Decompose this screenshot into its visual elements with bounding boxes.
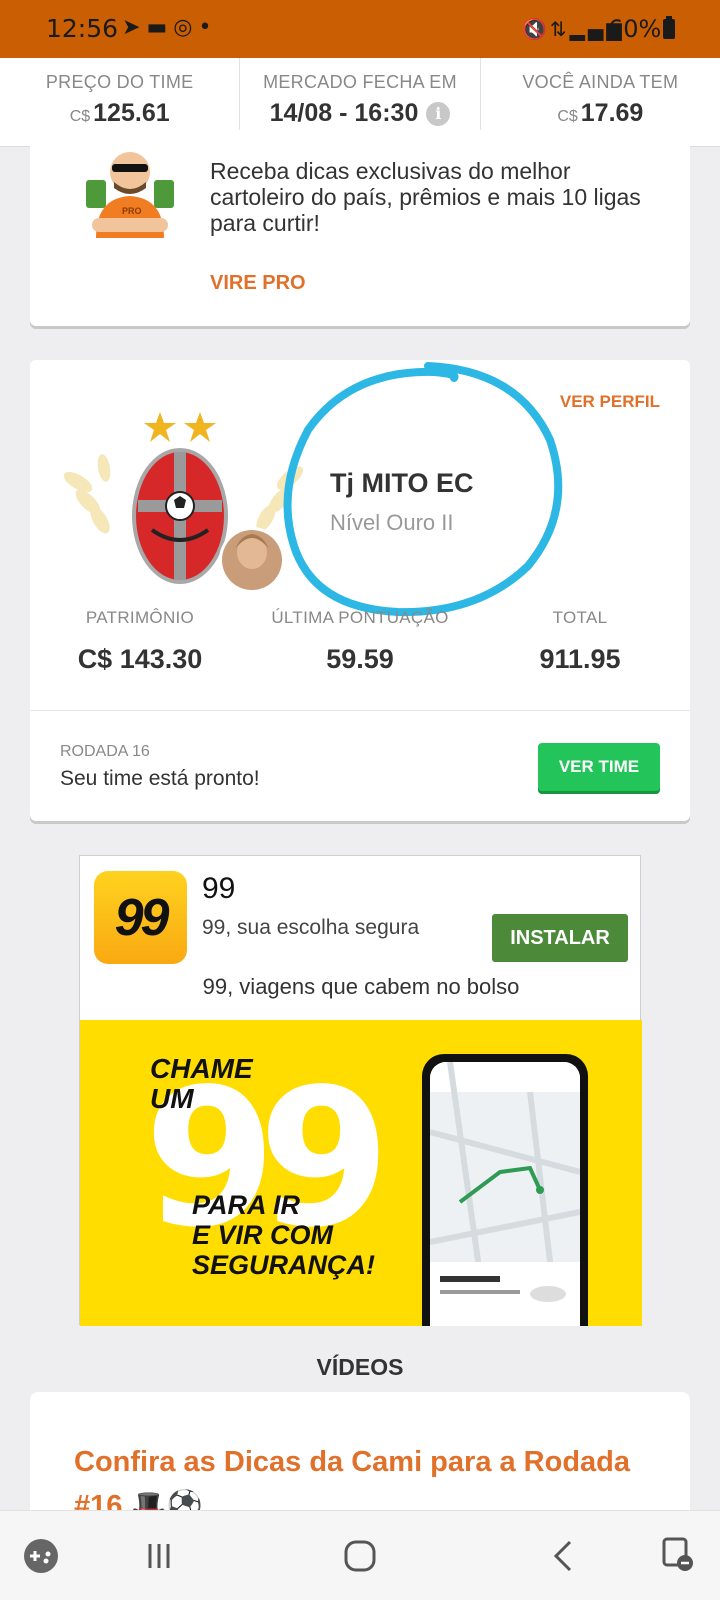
ad-line: E VIR COM — [192, 1220, 334, 1250]
status-time: 12:56 — [46, 14, 119, 43]
stat-label: TOTAL — [552, 608, 608, 627]
ad-description: 99, viagens que cabem no bolso — [202, 974, 520, 999]
round-status-row: RODADA 16 Seu time está pronto! VER TIME — [30, 710, 690, 821]
status-bar: 12:56 ➤▬◎• 🔇⇅▂▄▆ 60% — [0, 0, 720, 58]
system-nav-bar — [0, 1510, 720, 1600]
stat-ultima-pontuacao: ÚLTIMA PONTUAÇÃO 59.59 — [250, 608, 470, 675]
ad-headline-top: CHAME UM — [150, 1054, 253, 1114]
mute-icon: 🔇 — [522, 17, 550, 41]
team-shield-icon — [132, 448, 228, 584]
ad-line: UM — [150, 1083, 194, 1114]
ad-app-logo[interactable]: 99 — [94, 871, 187, 964]
balance-value-row: C$ 17.69 — [481, 99, 720, 128]
info-icon[interactable]: i — [426, 102, 451, 126]
stat-label: PATRIMÔNIO — [85, 608, 195, 627]
ad-line: CHAME — [150, 1053, 253, 1084]
team-stats: PATRIMÔNIO C$ 143.30 ÚLTIMA PONTUAÇÃO 59… — [30, 608, 690, 675]
star-icon — [144, 412, 176, 442]
game-launcher-button[interactable] — [18, 1533, 64, 1579]
notification-icons: ➤▬◎• — [122, 15, 217, 40]
battery-indicator: 60% — [608, 15, 676, 43]
car-icon: ▬ — [146, 15, 174, 40]
phone-map-screen — [430, 1062, 580, 1326]
market-close-value: 14/08 - 16:30 — [269, 99, 419, 127]
back-chevron-icon — [553, 1540, 572, 1572]
team-level: Nível Ouro II — [330, 510, 454, 535]
team-name: Tj MITO EC — [330, 468, 474, 498]
stat-patrimonio: PATRIMÔNIO C$ 143.30 — [30, 608, 250, 675]
ver-time-button[interactable]: VER TIME — [538, 743, 660, 791]
instagram-icon: ◎ — [173, 15, 199, 40]
team-price-label: PREÇO DO TIME — [45, 72, 194, 92]
team-price-value: 125.61 — [93, 99, 170, 127]
laurel-left-icon — [63, 454, 111, 534]
telegram-icon: ➤ — [122, 15, 147, 40]
ad-line: PARA IR — [192, 1190, 300, 1220]
game-controller-icon — [24, 1539, 58, 1573]
phone-mockup-image — [422, 1054, 588, 1326]
ad-subtitle: 99, sua escolha segura — [202, 916, 420, 939]
round-status-text: Seu time está pronto! — [60, 767, 260, 790]
currency-label: C$ — [69, 108, 91, 125]
home-button[interactable] — [336, 1533, 384, 1579]
pro-description: Receba dicas exclusivas do melhor cartol… — [210, 158, 641, 236]
map-route-image — [430, 1062, 580, 1326]
team-price-value-row: C$ 125.61 — [0, 99, 239, 128]
home-icon — [344, 1540, 376, 1572]
user-avatar — [219, 527, 285, 590]
market-close-label: MERCADO FECHA EM — [263, 72, 457, 92]
laurel-right-icon — [256, 466, 304, 532]
stat-value: 59.59 — [326, 644, 394, 674]
recent-apps-icon — [148, 1544, 170, 1568]
ad-creative-image[interactable]: 99 CHAME UM PARA IR E VIR COM SEGURANÇA! — [80, 1020, 642, 1326]
dot-icon: • — [198, 15, 218, 40]
videos-section-title: VÍDEOS — [316, 1354, 404, 1380]
battery-percent: 60% — [608, 15, 662, 43]
network-icon: ⇅ — [549, 17, 570, 41]
stat-value: 911.95 — [539, 644, 621, 674]
team-card: VER PERFIL Tj MITO EC Nível Ouro II PATR… — [30, 360, 690, 821]
pro-cartoleiro-avatar: PRO — [86, 152, 174, 238]
stat-label: ÚLTIMA PONTUAÇÃO — [271, 608, 449, 627]
accessibility-icon — [662, 1537, 693, 1571]
install-button[interactable]: INSTALAR — [492, 914, 628, 962]
ad-title[interactable]: 99 — [202, 872, 235, 906]
balance-value: 17.69 — [580, 99, 644, 127]
recent-apps-button[interactable] — [136, 1533, 182, 1579]
round-label: RODADA 16 — [60, 743, 150, 760]
ad-line: SEGURANÇA! — [192, 1250, 376, 1280]
vire-pro-link[interactable]: VIRE PRO — [210, 272, 306, 295]
balance-label: VOCÊ AINDA TEM — [522, 72, 679, 92]
accessibility-button[interactable] — [656, 1533, 702, 1579]
market-close-value-row: 14/08 - 16:30 i — [240, 99, 479, 128]
back-button[interactable] — [540, 1533, 586, 1579]
stat-value: C$ 143.30 — [77, 644, 203, 674]
pro-promo-card: PRO Receba dicas exclusivas do melhor ca… — [30, 130, 690, 326]
ad-headline-bottom: PARA IR E VIR COM SEGURANÇA! — [192, 1190, 375, 1280]
battery-icon — [663, 16, 676, 39]
currency-label: C$ — [557, 108, 578, 125]
stat-total: TOTAL 911.95 — [470, 608, 690, 675]
avatar-shirt-label: PRO — [122, 206, 142, 216]
star-icon — [184, 412, 216, 442]
team-badge-area — [63, 412, 304, 590]
ver-perfil-link[interactable]: VER PERFIL — [560, 392, 660, 412]
ad-banner-99[interactable]: 99 99 99, sua escolha segura INSTALAR 99… — [79, 855, 642, 1326]
